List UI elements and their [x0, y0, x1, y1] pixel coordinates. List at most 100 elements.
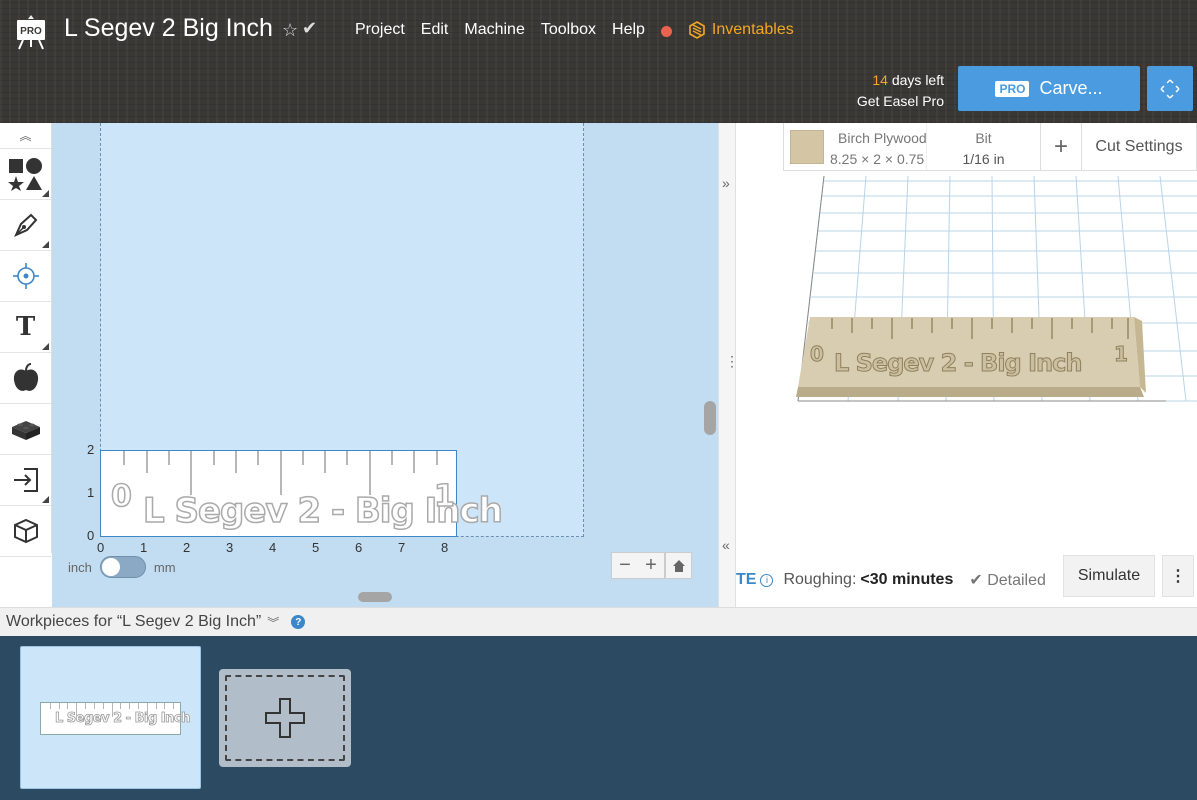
point-tool[interactable] [0, 251, 51, 302]
home-icon [672, 559, 685, 572]
star-icon[interactable]: ☆ [282, 20, 298, 41]
logo-badge-text: PRO [20, 26, 42, 37]
ruler-tick [257, 451, 259, 465]
units-switch[interactable] [99, 556, 146, 578]
thumbnail-tick [138, 703, 139, 709]
import-tool[interactable] [0, 455, 51, 506]
model-one-text: 1 [1114, 342, 1128, 366]
thumbnail-tick [59, 703, 60, 709]
thumbnail-tick [156, 703, 157, 709]
3d-tool[interactable] [0, 506, 51, 557]
add-bit-button[interactable]: + [1040, 123, 1081, 170]
chevron-down-icon[interactable]: ︾ [267, 614, 279, 631]
text-tool[interactable]: T [0, 302, 51, 353]
units-mm-label: mm [153, 559, 176, 575]
menu-project[interactable]: Project [355, 21, 405, 39]
trial-notice[interactable]: 14 days left Get Easel Pro [850, 70, 944, 112]
ruler-tick [413, 451, 415, 473]
detailed-label: Detailed [987, 572, 1046, 589]
x-tick-7: 7 [398, 540, 406, 555]
shapes-tool[interactable] [0, 149, 51, 200]
inventables-link[interactable]: Inventables [688, 21, 794, 39]
thumbnail-tick [103, 703, 104, 709]
plus-icon [265, 698, 305, 738]
ruler-tick [123, 451, 125, 465]
thumbnail-tick [85, 703, 86, 709]
zoom-out-icon[interactable]: − [619, 554, 631, 577]
more-options-icon[interactable]: ⋮ [1162, 555, 1194, 597]
material-swatch[interactable] [790, 130, 824, 164]
zoom-controls: − + [611, 552, 665, 579]
ruler-tick [146, 451, 148, 473]
cube-icon [13, 518, 38, 544]
bit-selector[interactable]: Bit 1/16 in [926, 123, 1040, 170]
expand-left-icon[interactable]: « [722, 537, 730, 553]
thumbnail-tick [76, 703, 77, 717]
info-icon[interactable]: i [760, 573, 774, 587]
trial-days-count: 14 [872, 72, 888, 88]
material-dimensions: 8.25 × 2 × 0.75 [830, 151, 925, 167]
material-selector[interactable]: Birch Plywood 8.25 × 2 × 0.75 [830, 123, 926, 170]
apps-tool[interactable] [0, 404, 51, 455]
pane-splitter[interactable]: » ⋮ « [718, 123, 739, 607]
ruler-zero-text: 0 [110, 478, 132, 515]
expand-icon[interactable] [1147, 66, 1193, 111]
cut-settings-button[interactable]: Cut Settings [1081, 123, 1196, 170]
thumbnail-tick [129, 703, 130, 709]
bit-value: 1/16 in [962, 151, 1005, 167]
pen-tool[interactable] [0, 200, 51, 251]
document-title[interactable]: L Segev 2 Big Inch [64, 14, 273, 43]
x-tick-0: 0 [97, 540, 105, 555]
ruler-one-text: 1 [433, 478, 455, 515]
material-name: Birch Plywood [838, 130, 926, 146]
carve-label: Carve... [1039, 78, 1103, 98]
expand-right-icon[interactable]: » [722, 175, 730, 191]
carve-button[interactable]: PRO Carve... [958, 66, 1140, 111]
simulate-button[interactable]: Simulate [1063, 555, 1155, 597]
ruler-workpiece[interactable]: 0 L Segev 2 - Big Inch 1 [100, 450, 504, 537]
ruler-tick [436, 451, 438, 465]
x-tick-8: 8 [441, 540, 449, 555]
x-tick-6: 6 [355, 540, 363, 555]
model-zero-text: 0 [810, 342, 824, 366]
menu-machine[interactable]: Machine [464, 21, 524, 39]
horizontal-scrollbar[interactable] [358, 592, 392, 602]
saved-check-icon: ✔ [302, 18, 318, 38]
trial-days-suffix: days left [891, 72, 944, 88]
home-view-button[interactable] [665, 552, 692, 579]
help-icon[interactable]: ? [291, 615, 306, 629]
x-tick-4: 4 [269, 540, 277, 555]
detailed-option[interactable]: ✔ Detailed [969, 570, 1046, 590]
model-engraving-text: L Segev 2 - Big Inch [834, 349, 1081, 377]
add-workpiece-dropzone [225, 675, 345, 761]
3d-preview-viewport[interactable]: 0 L Segev 2 - Big Inch 1 [736, 171, 1197, 553]
top-header: PRO L Segev 2 Big Inch ☆ ✔ Project Edit … [0, 0, 1197, 123]
zoom-in-icon[interactable]: + [645, 554, 657, 577]
x-tick-5: 5 [312, 540, 320, 555]
easel-pro-logo-icon[interactable]: PRO [14, 14, 48, 50]
preview-pane: 0 L Segev 2 - Big Inch 1 Birch Plywood 8… [736, 123, 1197, 607]
thumbnail-tick [50, 703, 51, 709]
crosshair-icon [12, 263, 39, 289]
design-canvas[interactable]: 0 L Segev 2 - Big Inch 1 2 1 0 0 1 2 3 4… [52, 123, 718, 607]
thumbnail-tick [173, 703, 174, 709]
menu-help[interactable]: Help [612, 21, 645, 39]
ruler-tick [369, 451, 371, 495]
menu-toolbox[interactable]: Toolbox [541, 21, 596, 39]
apple-icon [13, 363, 38, 391]
vertical-scrollbar[interactable] [704, 401, 716, 435]
y-tick-0: 0 [87, 528, 95, 543]
pro-badge: PRO [995, 80, 1030, 97]
workpiece-thumbnail[interactable]: L Segev 2 - Big Inch [20, 646, 201, 789]
x-tick-1: 1 [140, 540, 148, 555]
x-tick-3: 3 [226, 540, 234, 555]
collapse-tools-button[interactable]: ︽ [0, 123, 51, 149]
plus-icon: + [1053, 132, 1068, 160]
ruler-tick [168, 451, 170, 465]
icon-library-tool[interactable] [0, 353, 51, 404]
add-workpiece-button[interactable] [219, 669, 351, 767]
check-icon: ✔ [969, 572, 988, 589]
menu-edit[interactable]: Edit [421, 21, 449, 39]
get-easel-pro-link[interactable]: Get Easel Pro [850, 91, 944, 112]
workpieces-title[interactable]: Workpieces for “L Segev 2 Big Inch” [6, 613, 261, 631]
